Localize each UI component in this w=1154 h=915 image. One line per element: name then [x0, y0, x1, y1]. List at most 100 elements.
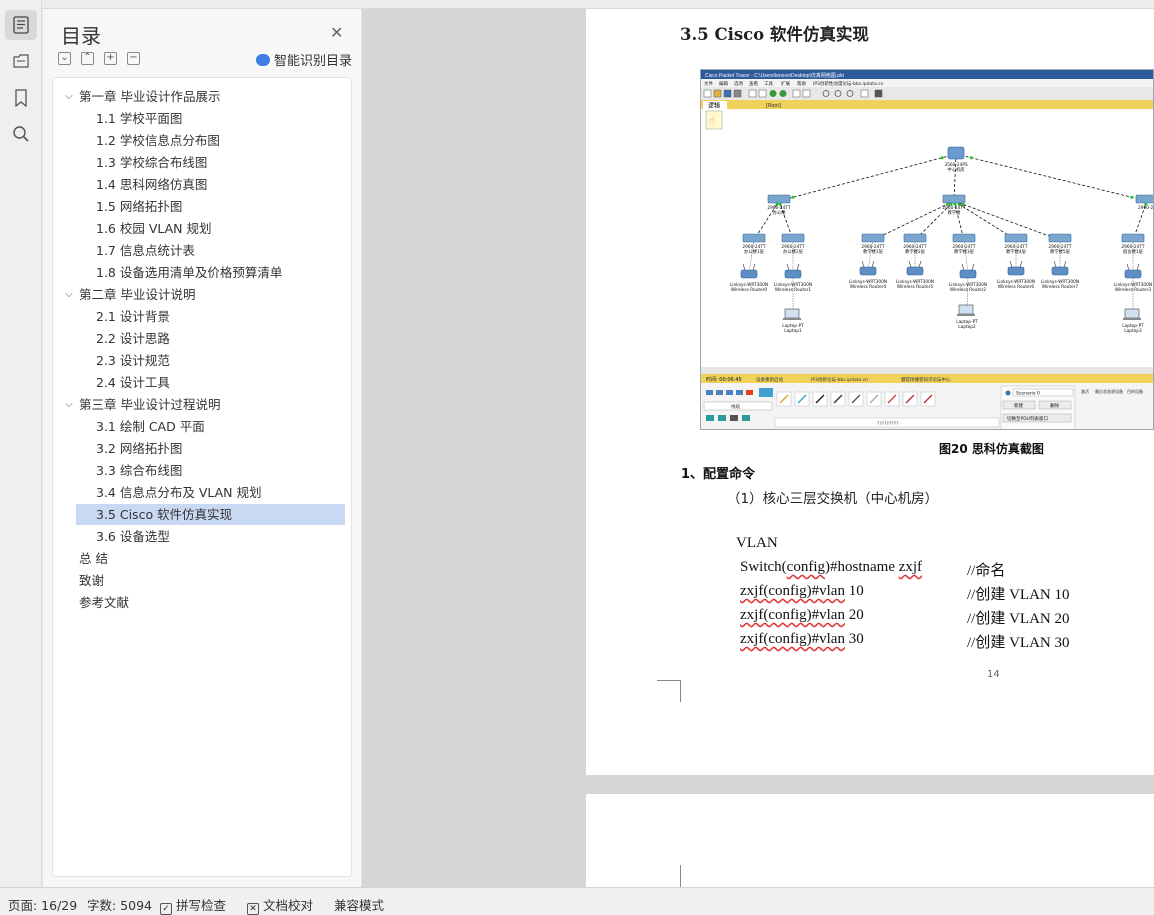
wireless-router-icon[interactable] — [959, 269, 977, 279]
pt-menu-item[interactable]: 文件 — [704, 80, 713, 87]
toc-item-label: 第三章 毕业设计过程说明 — [79, 397, 221, 412]
toc-item-label: 3.1 绘制 CAD 平面 — [96, 419, 205, 434]
toc-section[interactable]: 2.1 设计背景 — [53, 306, 351, 327]
pt-menu-item[interactable]: 编辑 — [719, 80, 728, 87]
toc-item-label: 2.3 设计规范 — [96, 353, 170, 368]
laptop-icon[interactable] — [1124, 308, 1140, 319]
switch-icon[interactable] — [1048, 233, 1072, 243]
status-bar: 页面: 16/29 字数: 5094 ✓ 拼写检查 ✕ 文档校对 兼容模式 — [0, 887, 1154, 915]
wireless-router-icon[interactable] — [1007, 266, 1025, 276]
switch-icon[interactable] — [1135, 194, 1154, 204]
network-link — [953, 153, 957, 202]
toc-item-label: 1.3 学校综合布线图 — [96, 155, 208, 170]
toc-section[interactable]: 1.8 设备选用清单及价格预算清单 — [53, 262, 351, 283]
add-heading-button[interactable]: + — [104, 52, 117, 65]
network-link — [955, 153, 1148, 202]
toc-section[interactable]: 1.3 学校综合布线图 — [53, 152, 351, 173]
antenna — [1126, 263, 1130, 271]
pt-menu-item[interactable]: 工具 — [764, 81, 773, 87]
toc-chapter[interactable]: 第三章 毕业设计过程说明 ⌵ — [53, 394, 351, 415]
switch-icon[interactable] — [861, 233, 885, 243]
word-count[interactable]: 字数: 5094 — [87, 895, 152, 914]
toc-chapter[interactable]: 第一章 毕业设计作品展示 ⌵ — [53, 86, 351, 107]
chevron-down-icon[interactable]: ⌵ — [65, 284, 73, 305]
antenna — [871, 260, 875, 268]
switch-icon[interactable] — [903, 233, 927, 243]
toc-chapter[interactable]: 参考文献 — [53, 592, 351, 613]
toc-section[interactable]: 1.2 学校信息点分布图 — [53, 130, 351, 151]
pt-tab-logic-label: 逻辑 — [708, 102, 720, 110]
pt-pdu-column: 目的设备 — [1127, 388, 1143, 394]
antenna — [908, 260, 912, 268]
toc-section[interactable]: 3.6 设备选型 — [53, 526, 351, 547]
multilayer-switch-icon[interactable] — [947, 146, 965, 160]
toc-chapter[interactable]: 总 结 — [53, 548, 351, 569]
switch-icon[interactable] — [952, 233, 976, 243]
device-label: Laptop3 — [1124, 328, 1142, 334]
toc-item-label: 3.3 综合布线图 — [96, 463, 183, 478]
wireless-router-icon[interactable] — [740, 269, 758, 279]
toc-section[interactable]: 2.3 设计规范 — [53, 350, 351, 371]
smart-toc-button[interactable]: 智能识别目录 — [256, 50, 352, 69]
expand-all-button[interactable]: ⌄ — [58, 52, 71, 65]
wireless-router-icon[interactable] — [859, 266, 877, 276]
switch-icon[interactable] — [781, 233, 805, 243]
toc-chapter[interactable]: 第二章 毕业设计说明 ⌵ — [53, 284, 351, 305]
toc-section[interactable]: 2.2 设计思路 — [53, 328, 351, 349]
pt-root-label: [Root] — [766, 103, 781, 109]
switch-icon[interactable] — [942, 194, 966, 204]
collapse-all-button[interactable]: ⌃ — [81, 52, 94, 65]
switch-icon[interactable] — [742, 233, 766, 243]
pt-devices-label: 线缆 — [731, 403, 740, 410]
toc-section[interactable]: 3.4 信息点分布及 VLAN 规划 — [53, 482, 351, 503]
page-corner-mark — [680, 865, 681, 887]
laptop-icon[interactable] — [958, 304, 974, 315]
chevron-down-icon[interactable]: ⌵ — [65, 86, 73, 107]
toc-section[interactable]: 3.3 综合布线图 — [53, 460, 351, 481]
bookmark-button[interactable] — [5, 83, 37, 113]
spell-check-button[interactable]: ✓ 拼写检查 — [160, 895, 226, 915]
toc-section[interactable]: 3.1 绘制 CAD 平面 — [53, 416, 351, 437]
device-label: Wireless Router4 — [850, 284, 887, 290]
search-button[interactable] — [5, 119, 37, 149]
side-rail — [0, 0, 42, 887]
toc-item-label: 2.1 设计背景 — [96, 309, 170, 324]
switch-icon[interactable] — [767, 194, 791, 204]
close-icon[interactable]: ✕ — [330, 23, 343, 42]
wireless-router-icon[interactable] — [1124, 269, 1142, 279]
toc-section[interactable]: 1.1 学校平面图 — [53, 108, 351, 129]
toc-list: 第一章 毕业设计作品展示 ⌵ 1.1 学校平面图 1.2 学校信息点分布图 1.3 学校… — [52, 77, 352, 877]
navigation-pane-button[interactable] — [5, 46, 37, 76]
laptop-icon[interactable] — [784, 308, 800, 319]
chevron-down-icon[interactable]: ⌵ — [65, 394, 73, 415]
toc-section[interactable]: 3.2 网络拓扑图 — [53, 438, 351, 459]
page-count[interactable]: 页面: 16/29 — [8, 895, 77, 914]
toc-item-label: 第二章 毕业设计说明 — [79, 287, 196, 302]
wireless-router-icon[interactable] — [906, 266, 924, 276]
code-text: 10 — [844, 583, 864, 599]
pt-menu-item[interactable]: 扩展 — [781, 80, 790, 87]
wireless-router-icon[interactable] — [784, 269, 802, 279]
switch-icon[interactable] — [1004, 233, 1028, 243]
toc-section[interactable]: 1.4 思科网络仿真图 — [53, 174, 351, 195]
device-label: Laptop1 — [784, 328, 802, 334]
pt-placeholder: ????????? — [877, 421, 899, 427]
pt-menu-item[interactable]: IP3创新性动漫论坛-bbs.ipdata.cn — [813, 80, 884, 87]
toc-chapter[interactable]: 致谢 — [53, 570, 351, 591]
toc-section[interactable]: 1.6 校园 VLAN 规划 — [53, 218, 351, 239]
toc-toggle-button[interactable] — [5, 10, 37, 40]
pt-menu-item[interactable]: 选项 — [734, 80, 743, 87]
toc-section[interactable]: 1.7 信息点统计表 — [53, 240, 351, 261]
pt-menu-item[interactable]: 帮助 — [797, 80, 806, 87]
proofread-button[interactable]: ✕ 文档校对 — [247, 895, 313, 915]
switch-icon[interactable] — [1121, 233, 1145, 243]
wireless-router-icon[interactable] — [1051, 266, 1069, 276]
embedded-screenshot: Cisco Packet Tracer - C:\Users\lenovo\De… — [700, 69, 1154, 430]
search-icon — [13, 126, 29, 142]
toc-section[interactable]: 2.4 设计工具 — [53, 372, 351, 393]
toc-section[interactable]: 1.5 网络拓扑图 — [53, 196, 351, 217]
remove-heading-button[interactable]: − — [127, 52, 140, 65]
pt-menu-item[interactable]: 查看 — [749, 80, 758, 87]
toc-section[interactable]: 3.5 Cisco 软件仿真实现 — [76, 504, 345, 525]
device-label: 教学楼5层 — [1050, 248, 1071, 255]
